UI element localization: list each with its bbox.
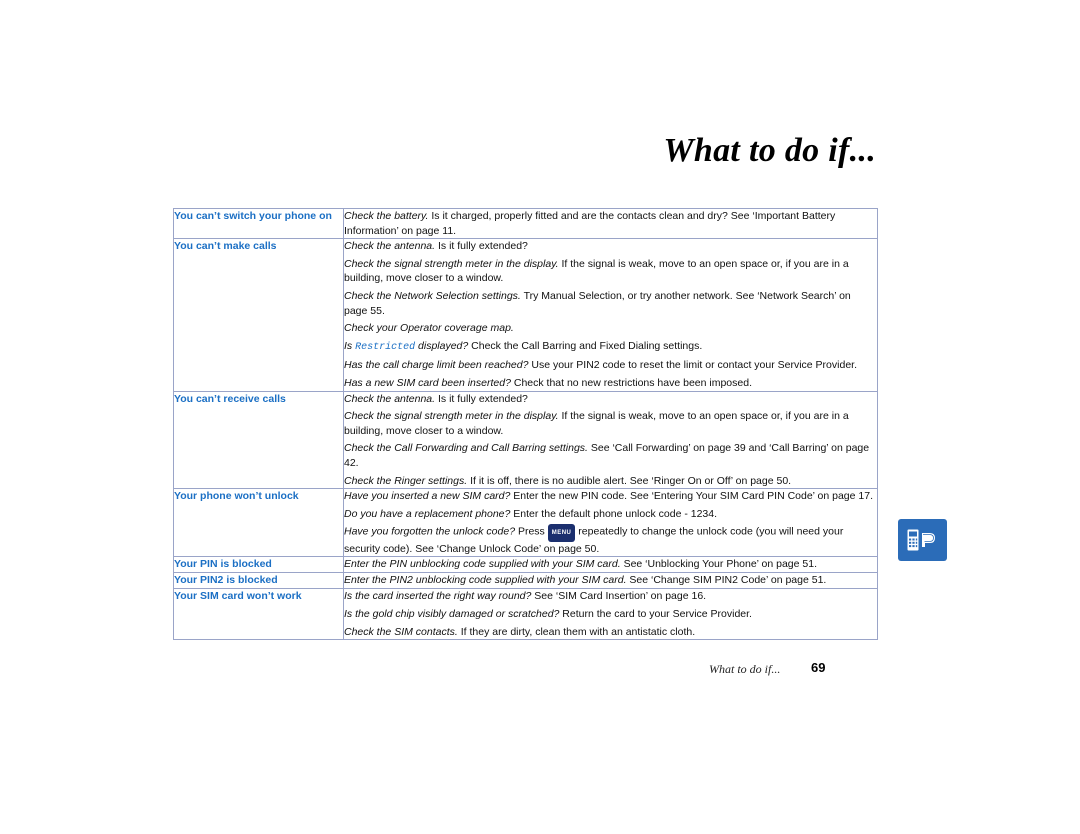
answer-line: Do you have a replacement phone? Enter t…	[344, 507, 718, 520]
question-cell: Your PIN2 is blocked	[173, 572, 344, 590]
table-row: You can’t switch your phone on Check the …	[173, 207, 878, 240]
answer-line: Check the antenna. Is it fully extended?	[344, 392, 528, 405]
answer-line: Check the Network Selection settings. Tr…	[344, 289, 851, 317]
answer-line: Is the card inserted the right way round…	[344, 590, 707, 603]
answer-line: Is Restricted displayed? Check the Call …	[344, 339, 703, 353]
answer-line: Check the signal strength meter in the d…	[344, 257, 849, 285]
question-text: You can’t make calls	[174, 240, 277, 253]
answer-line: Enter the PIN2 unblocking code supplied …	[344, 574, 827, 587]
phone-hand-icon	[906, 528, 935, 552]
page-title: What to do if...	[663, 132, 876, 169]
table-row: Your PIN is blocked Enter the PIN unblock…	[173, 556, 878, 574]
answer-line: Enter the PIN unblocking code supplied w…	[344, 558, 818, 571]
answer-line: Has the call charge limit been reached? …	[344, 359, 857, 372]
answer-line: Check the signal strength meter in the d…	[344, 410, 849, 437]
page-number: 69	[811, 660, 826, 675]
question-cell: Your SIM card won’t work	[173, 588, 344, 641]
table-row: Your SIM card won’t work Is the card inse…	[173, 588, 878, 641]
footer-running-head: What to do if...	[709, 662, 781, 676]
answer-cell: Check the antenna. Is it fully extended?…	[343, 390, 878, 490]
question-cell: You can’t receive calls	[173, 390, 344, 490]
answer-line: Check the antenna. Is it fully extended?	[344, 240, 528, 253]
answer-line: Check your Operator coverage map.	[344, 322, 514, 335]
question-text: Your PIN is blocked	[174, 558, 272, 571]
question-cell: Your PIN is blocked	[173, 556, 344, 574]
menu-key-icon: MENU	[547, 524, 576, 542]
answer-line: Has a new SIM card been inserted? Check …	[344, 376, 752, 389]
document-page: What to do if... You can’t switch your p…	[0, 0, 1080, 834]
question-cell: You can’t make calls	[173, 238, 344, 392]
table-row: You can’t make calls Check the antenna. I…	[173, 238, 878, 392]
table-row: You can’t receive calls Check the antenna…	[173, 390, 878, 490]
restricted-code-text: Restricted	[355, 341, 416, 353]
answer-line: Check the Call Forwarding and Call Barri…	[344, 442, 870, 469]
answer-line: Have you forgotten the unlock code? Pres…	[344, 524, 844, 555]
answer-cell: Check the antenna. Is it fully extended?…	[343, 238, 878, 392]
question-cell: You can’t switch your phone on	[173, 207, 344, 240]
answer-cell: Have you inserted a new SIM card? Enter …	[343, 488, 878, 558]
answer-line: Check the SIM contacts. If they are dirt…	[344, 625, 696, 638]
answer-line: Check the Ringer settings. If it is off,…	[344, 474, 792, 487]
answer-cell: Is the card inserted the right way round…	[343, 588, 878, 641]
question-text: Your phone won’t unlock	[174, 490, 299, 503]
question-text: You can’t receive calls	[174, 392, 286, 405]
question-text: Your PIN2 is blocked	[174, 574, 278, 587]
answer-cell: Enter the PIN unblocking code supplied w…	[343, 556, 878, 574]
phone-tab-icon	[898, 519, 947, 561]
question-text: You can’t switch your phone on	[174, 210, 332, 222]
answer-cell: Enter the PIN2 unblocking code supplied …	[343, 572, 878, 590]
answer-line: Check the battery. Is it charged, proper…	[344, 210, 836, 237]
question-text: Your SIM card won’t work	[174, 590, 302, 603]
troubleshooting-table: You can’t switch your phone on Check the …	[173, 207, 878, 641]
answer-cell: Check the battery. Is it charged, proper…	[343, 207, 878, 240]
table-row: Your PIN2 is blocked Enter the PIN2 unblo…	[173, 572, 878, 590]
table-row: Your phone won’t unlock Have you inserted…	[173, 488, 878, 558]
answer-line: Have you inserted a new SIM card? Enter …	[344, 490, 874, 503]
answer-line: Is the gold chip visibly damaged or scra…	[344, 608, 752, 621]
question-cell: Your phone won’t unlock	[173, 488, 344, 558]
